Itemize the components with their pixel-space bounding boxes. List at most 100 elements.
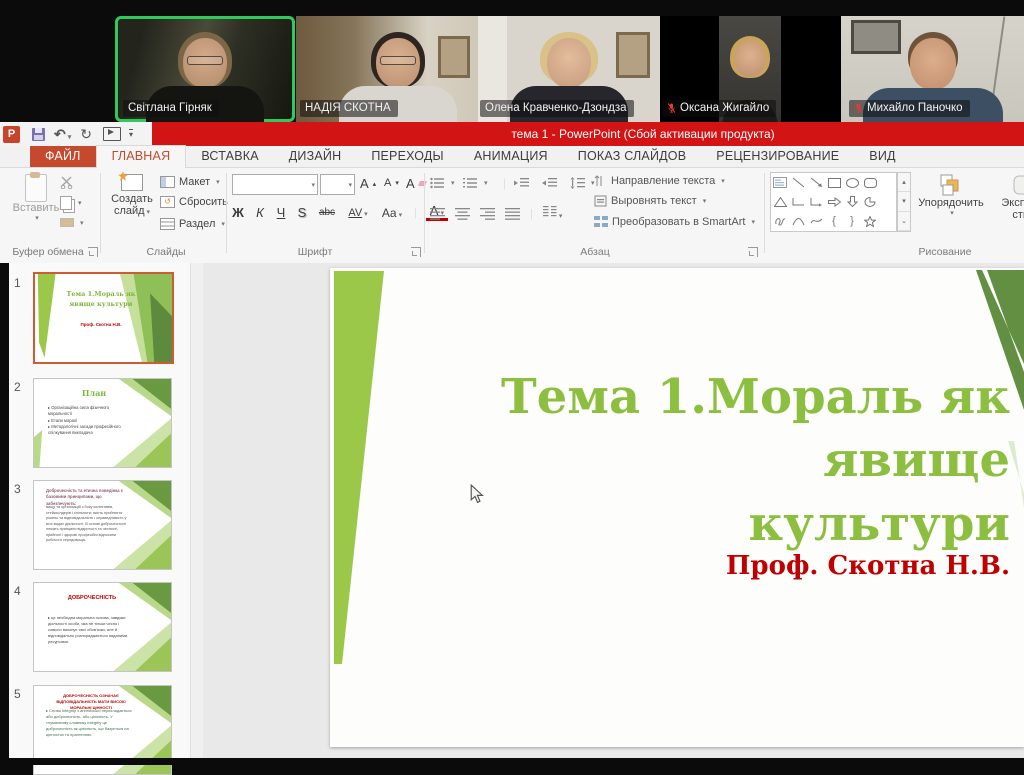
change-case-button[interactable]: Aa▾: [379, 206, 405, 220]
shape-arc-icon[interactable]: [789, 212, 807, 231]
participant-tile-3[interactable]: Олена Кравченко-Дзондза: [478, 16, 660, 122]
slide-canvas[interactable]: Тема 1.Мораль як явище культури Проф. Ск…: [330, 268, 1024, 747]
participant-tile-2[interactable]: НАДІЯ СКОТНА: [296, 16, 478, 122]
gallery-scroll-up-icon[interactable]: ▴: [898, 173, 910, 192]
shape-rectangle-icon[interactable]: [825, 173, 843, 192]
redo-icon[interactable]: ↻: [80, 127, 92, 141]
align-text-button[interactable]: Выровнять текст▾: [594, 195, 706, 207]
text-direction-button[interactable]: Направление текста▾: [594, 175, 725, 187]
shape-star-icon[interactable]: [861, 212, 879, 231]
tab-insert[interactable]: ВСТАВКА: [186, 146, 273, 167]
thumb-title: Тема 1.Мораль як явище культури: [53, 290, 149, 310]
shapes-gallery[interactable]: { }: [770, 172, 897, 232]
slide-author[interactable]: Проф. Скотна Н.В.: [610, 551, 1010, 581]
tab-view[interactable]: ВИД: [854, 146, 910, 167]
slides-group-label: Слайды: [116, 246, 216, 258]
ribbon: Вставить▾ ▾ ▾ Буфер обмена Создать слайд…: [0, 168, 1024, 264]
thumbnail-panel-scrollbar[interactable]: [190, 263, 204, 765]
shape-elbow-arrow-icon[interactable]: [807, 192, 825, 211]
participant-tile-5[interactable]: Михайло Паночко: [841, 16, 1024, 122]
participant-tile-4[interactable]: Оксана Жигайло: [660, 16, 841, 122]
shape-textbox-icon[interactable]: [771, 173, 789, 192]
tab-file[interactable]: ФАЙЛ: [30, 146, 96, 167]
shape-pie-icon[interactable]: [861, 192, 879, 211]
shapes-gallery-scrollbar[interactable]: ▴ ▾ ⌄: [897, 172, 911, 232]
tab-design[interactable]: ДИЗАЙН: [274, 146, 357, 167]
shape-oval-icon[interactable]: [843, 173, 861, 192]
text-shadow-button[interactable]: S: [296, 205, 308, 220]
clipboard-dialog-launcher-icon[interactable]: [88, 247, 98, 257]
section-button[interactable]: Раздел▾: [160, 218, 225, 230]
shape-curve-icon[interactable]: [807, 212, 825, 231]
copy-button[interactable]: ▾: [60, 196, 82, 210]
slide-thumbnail-2[interactable]: План ▸ Організаційна сила фізичного мора…: [33, 378, 172, 468]
participant-name: Олена Кравченко-Дзондза: [480, 100, 634, 117]
shape-line-icon[interactable]: [789, 173, 807, 192]
mic-muted-icon: [667, 102, 676, 114]
new-slide-button[interactable]: Создать слайд▾: [106, 174, 158, 217]
shape-down-arrow-icon[interactable]: [843, 192, 861, 211]
thumb-body: ▸ це необхідна моральна основа, завдяки …: [48, 615, 132, 645]
bold-button[interactable]: Ж: [231, 205, 245, 220]
character-spacing-button[interactable]: AV▾: [346, 207, 370, 219]
shape-scribble-icon[interactable]: [771, 212, 789, 231]
shape-left-brace-icon[interactable]: {: [825, 212, 843, 231]
shape-right-brace-icon[interactable]: }: [843, 212, 861, 231]
slide-title[interactable]: Тема 1.Мораль як явище культури: [370, 366, 1010, 556]
font-dialog-launcher-icon[interactable]: [411, 247, 421, 257]
decrease-indent-button[interactable]: [514, 177, 529, 189]
shrink-font-button[interactable]: А▾: [384, 177, 399, 189]
start-slideshow-icon[interactable]: [103, 127, 121, 141]
participant-tile-1[interactable]: Світлана Гірняк: [115, 16, 295, 122]
font-group-label: Шрифт: [270, 246, 360, 258]
layout-button[interactable]: Макет▾: [160, 176, 220, 188]
slide-thumbnail-1[interactable]: Тема 1.Мораль як явище культури Проф. Ск…: [33, 272, 174, 364]
font-size-select[interactable]: ▾: [320, 174, 355, 195]
shape-elbow-connector-icon[interactable]: [789, 192, 807, 211]
shape-rounded-rectangle-icon[interactable]: [861, 173, 879, 192]
shape-triangle-icon[interactable]: [771, 192, 789, 211]
quick-styles-button[interactable]: Экспресс- стили: [992, 173, 1024, 221]
thumbnail-number: 5: [14, 687, 21, 701]
strikethrough-button[interactable]: abc: [317, 207, 337, 218]
clear-formatting-button[interactable]: А: [406, 176, 426, 191]
paste-button[interactable]: Вставить▾: [10, 174, 62, 222]
paragraph-dialog-launcher-icon[interactable]: [748, 247, 758, 257]
tab-transitions[interactable]: ПЕРЕХОДЫ: [356, 146, 459, 167]
slide-thumbnail-4[interactable]: ДОБРОЧЕСНІСТЬ ▸ це необхідна моральна ос…: [33, 582, 172, 672]
font-name-select[interactable]: ▾: [232, 174, 318, 195]
align-right-icon[interactable]: [480, 208, 495, 220]
line-spacing-button[interactable]: ▾: [570, 177, 595, 189]
format-painter-button[interactable]: ▾: [60, 218, 84, 227]
clipboard-group-label: Буфер обмена: [2, 246, 94, 258]
grow-font-button[interactable]: А▴: [360, 176, 376, 191]
paragraph-group-label: Абзац: [555, 246, 635, 258]
align-center-icon[interactable]: [455, 208, 470, 220]
convert-smartart-button[interactable]: Преобразовать в SmartArt▾: [594, 216, 755, 228]
cut-button[interactable]: [60, 176, 75, 189]
increase-indent-button[interactable]: [542, 177, 557, 189]
numbering-button[interactable]: ▾: [463, 177, 488, 189]
tab-home[interactable]: ГЛАВНАЯ: [96, 145, 187, 168]
undo-icon[interactable]: ↶▾: [54, 127, 71, 141]
underline-button[interactable]: Ч: [275, 205, 287, 220]
save-icon[interactable]: [32, 128, 45, 141]
reset-button[interactable]: ↺ Сбросить: [160, 196, 228, 208]
align-left-icon[interactable]: [430, 208, 445, 220]
slide-thumbnail-3[interactable]: Доброчесність та етична поведінка є базо…: [33, 480, 172, 570]
bullets-button[interactable]: ▾: [430, 177, 455, 189]
italic-button[interactable]: К: [254, 205, 266, 220]
shape-right-arrow-icon[interactable]: [825, 192, 843, 211]
arrange-button[interactable]: Упорядочить ▾: [912, 173, 990, 217]
powerpoint-logo-icon[interactable]: P: [3, 126, 20, 143]
justify-icon[interactable]: [505, 208, 520, 220]
shape-arrow-icon[interactable]: [807, 173, 825, 192]
tab-animations[interactable]: АНИМАЦИЯ: [459, 146, 563, 167]
customize-qat-icon[interactable]: ▾: [129, 129, 133, 139]
gallery-scroll-down-icon[interactable]: ▾: [898, 192, 910, 211]
tab-slideshow[interactable]: ПОКАЗ СЛАЙДОВ: [563, 146, 701, 167]
gallery-more-icon[interactable]: ⌄: [898, 212, 910, 231]
columns-button[interactable]: ▾: [543, 206, 563, 221]
tab-review[interactable]: РЕЦЕНЗИРОВАНИЕ: [701, 146, 854, 167]
participant-name: Світлана Гірняк: [123, 100, 219, 117]
